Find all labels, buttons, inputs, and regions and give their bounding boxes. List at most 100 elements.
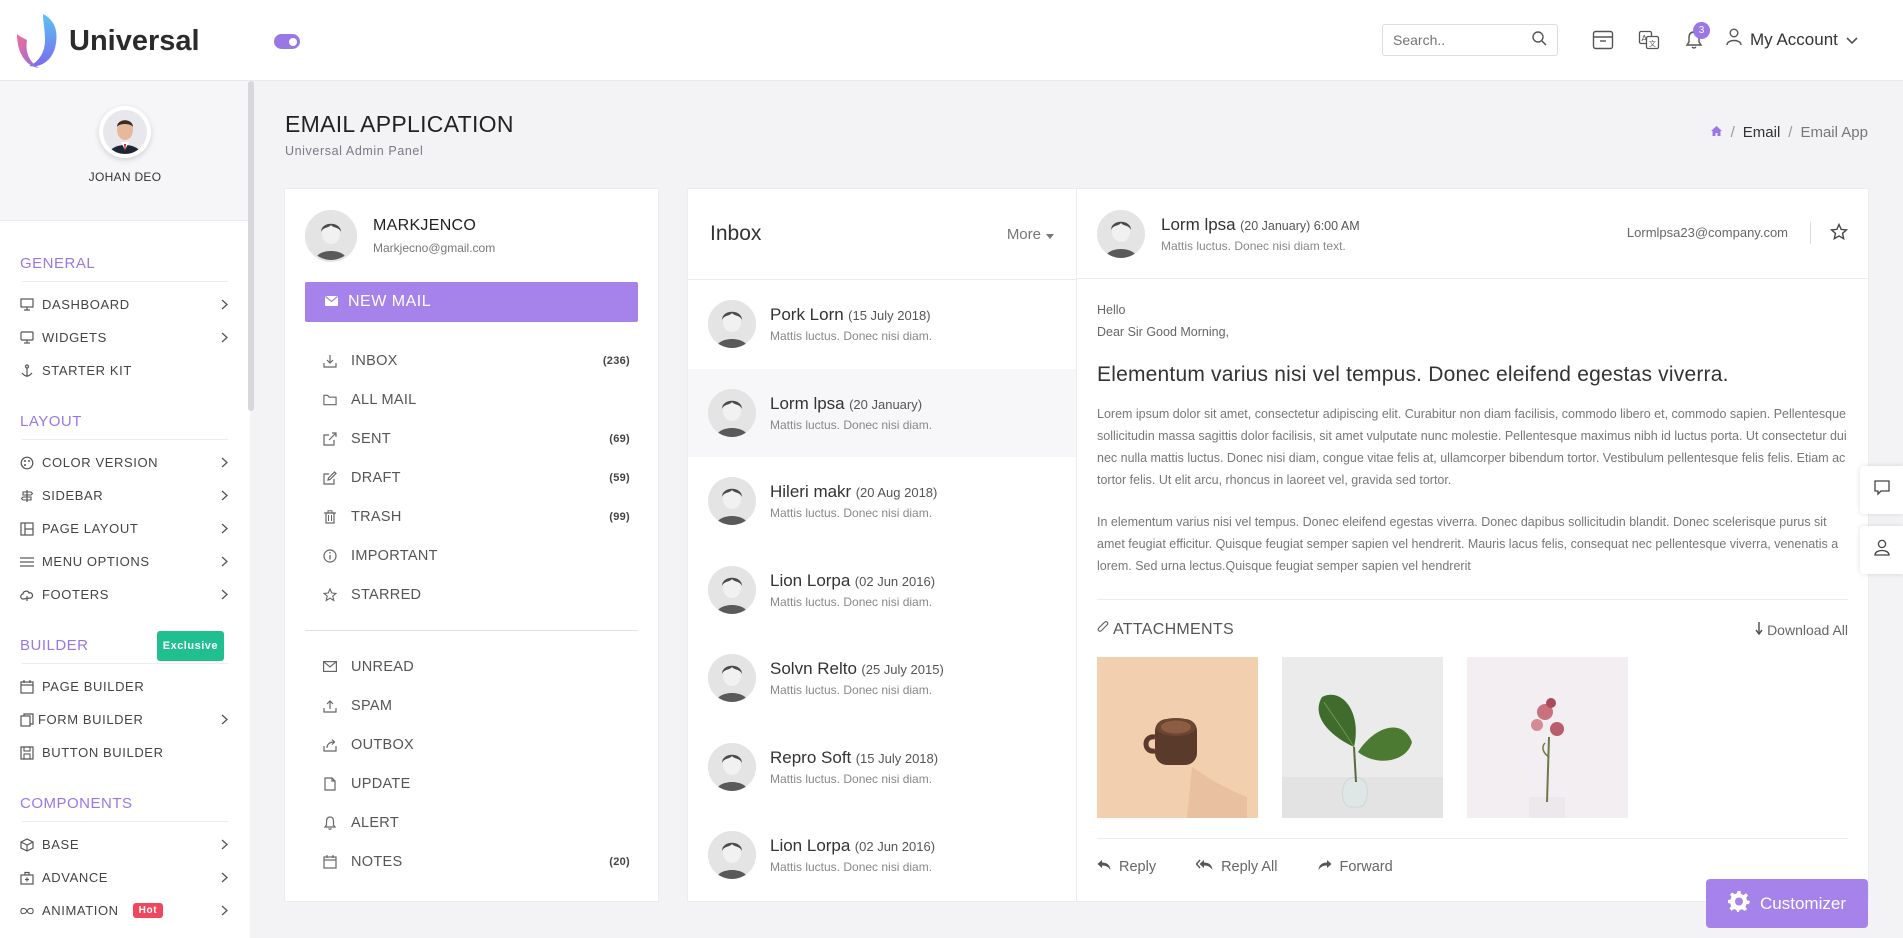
forward-button[interactable]: Forward [1318,859,1393,875]
app-name: Universal [69,24,200,57]
sidebar-item-color-version[interactable]: COLOR VERSION [0,446,250,479]
avatar [708,300,756,349]
file-icon [323,776,337,791]
layout-icon [20,521,34,536]
upload-icon [323,699,337,713]
mail-nav-card: MARKJENCO Markjecno@gmail.com NEW MAIL I… [285,189,658,901]
chevron-right-icon [221,904,228,919]
mail-item-active[interactable]: Lorm lpsa (20 January) Mattis luctus. Don… [688,368,1076,457]
mail-item[interactable]: Repro Soft (15 July 2018) Mattis luctus. … [688,723,1076,812]
download-icon [323,354,337,368]
folder-draft[interactable]: DRAFT (59) [305,458,638,497]
sidebar-scrollbar[interactable] [248,81,254,411]
translate-icon[interactable]: A文 [1637,28,1661,52]
mail-item[interactable]: Pork Lorn (15 July 2018) Mattis luctus. D… [688,280,1076,369]
mail-sender: Lorm lpsa [770,393,845,413]
sidebar-item-menu-options[interactable]: MENU OPTIONS [0,545,250,578]
reply-all-button[interactable]: Reply All [1195,859,1278,875]
mail-date: (02 Jun 2016) [854,839,936,855]
divider [22,281,228,282]
folder-important[interactable]: IMPORTANT [305,536,638,575]
folder-sent[interactable]: SENT (69) [305,419,638,458]
sidebar-item-label: DASHBOARD [42,297,130,312]
signpost-icon [20,489,34,503]
label-list: UNREAD SPAM OUTBOX UPDATE ALERT NOTES (2… [305,647,638,881]
sidebar-item-dashboard[interactable]: DASHBOARD [0,288,250,321]
search-icon[interactable] [1531,30,1547,51]
attachment-plant-image[interactable] [1282,657,1443,818]
avatar[interactable] [305,210,357,262]
search-input[interactable] [1393,32,1531,48]
user-float-button[interactable] [1860,526,1903,574]
sidebar-item-starter-kit[interactable]: STARTER KIT [0,354,250,387]
mail-item[interactable]: Hileri makr (20 Aug 2018) Mattis luctus. … [688,457,1076,546]
box-icon [20,837,34,852]
attachments-label: ATTACHMENTS [1113,620,1234,638]
sidebar-item-base[interactable]: BASE [0,828,250,861]
folder-alert[interactable]: ALERT [305,803,638,842]
sidebar-item-button-builder[interactable]: BUTTON BUILDER [0,736,250,769]
folder-starred[interactable]: STARRED [305,575,638,614]
folder-count: (236) [602,354,630,367]
folder-inbox[interactable]: INBOX (236) [305,341,638,380]
attachment-flower-image[interactable] [1467,657,1628,818]
reply-button[interactable]: Reply [1097,859,1156,875]
mail-preview: Mattis luctus. Donec nisi diam. [770,683,933,698]
reader-header: Lorm lpsa (20 January) 6:00 AM Mattis lu… [1077,189,1868,279]
mail-list: Pork Lorn (15 July 2018) Mattis luctus. D… [688,280,1076,900]
folder-outbox[interactable]: OUTBOX [305,725,638,764]
folder-update[interactable]: UPDATE [305,764,638,803]
sidebar-item-sidebar[interactable]: SIDEBAR [0,479,250,512]
divider [22,439,228,440]
sidebar-item-footers[interactable]: FOOTERS [0,578,250,611]
home-icon[interactable] [1710,124,1723,141]
mail-preview: Mattis luctus. Donec nisi diam. [770,506,933,521]
star-icon[interactable] [1829,222,1849,246]
sidebar-item-label: BUTTON BUILDER [42,745,164,760]
anchor-icon [20,363,34,378]
folder-count: (20) [609,855,630,868]
chevron-right-icon [221,555,228,570]
mail-user: MARKJENCO Markjecno@gmail.com [305,210,495,262]
sidebar-toggle[interactable] [274,34,300,49]
folder-label: ALERT [351,814,399,831]
breadcrumb-email-app: Email App [1800,124,1868,141]
new-mail-button[interactable]: NEW MAIL [305,282,638,322]
section-label: GENERAL [20,255,96,272]
sidebar-item-page-builder[interactable]: PAGE BUILDER [0,670,250,703]
logo[interactable]: Universal [15,12,200,70]
more-dropdown[interactable]: More [1007,226,1054,243]
avatar[interactable] [99,106,151,158]
sidebar-item-advance[interactable]: ADVANCE [0,861,250,894]
folder-trash[interactable]: TRASH (99) [305,497,638,536]
folder-icon [323,393,337,407]
mail-date: (20 Aug 2018) [855,485,938,501]
chevron-down-icon [1846,30,1858,50]
download-all-link[interactable]: Download All [1755,621,1848,638]
folder-unread[interactable]: UNREAD [305,647,638,686]
avatar [708,654,756,703]
folder-all-mail[interactable]: ALL MAIL [305,380,638,419]
account-menu[interactable]: My Account [1726,28,1858,51]
divider [22,821,228,822]
archive-icon[interactable] [1591,28,1615,52]
reader-email[interactable]: Lormlpsa23@company.com [1627,225,1788,240]
sidebar-item-form-builder[interactable]: FORM BUILDER [0,703,250,736]
sidebar-item-widgets[interactable]: WIDGETS [0,321,250,354]
mail-item[interactable]: Lion Lorpa (02 Jun 2016) Mattis luctus. D… [688,811,1076,900]
mail-date: (15 July 2018) [855,750,939,766]
mail-paragraph: Lorem ipsum dolor sit amet, consectetur … [1097,407,1847,487]
sidebar-item-page-layout[interactable]: PAGE LAYOUT [0,512,250,545]
mail-sender: Lion Lorpa [770,836,851,856]
chat-float-button[interactable] [1860,466,1903,514]
inbox-title: Inbox [710,222,762,245]
folder-spam[interactable]: SPAM [305,686,638,725]
attachment-coffee-image[interactable] [1097,657,1258,818]
customizer-button[interactable]: Customizer [1706,879,1868,928]
breadcrumb-email[interactable]: Email [1743,124,1781,141]
sidebar-item-animation[interactable]: ANIMATION Hot [0,894,250,927]
mail-item[interactable]: Solvn Relto (25 July 2015) Mattis luctus.… [688,634,1076,723]
mail-paragraph: In elementum varius nisi vel tempus. Don… [1097,515,1839,573]
mail-item[interactable]: Lion Lorpa (02 Jun 2016) Mattis luctus. D… [688,546,1076,635]
folder-notes[interactable]: NOTES (20) [305,842,638,881]
